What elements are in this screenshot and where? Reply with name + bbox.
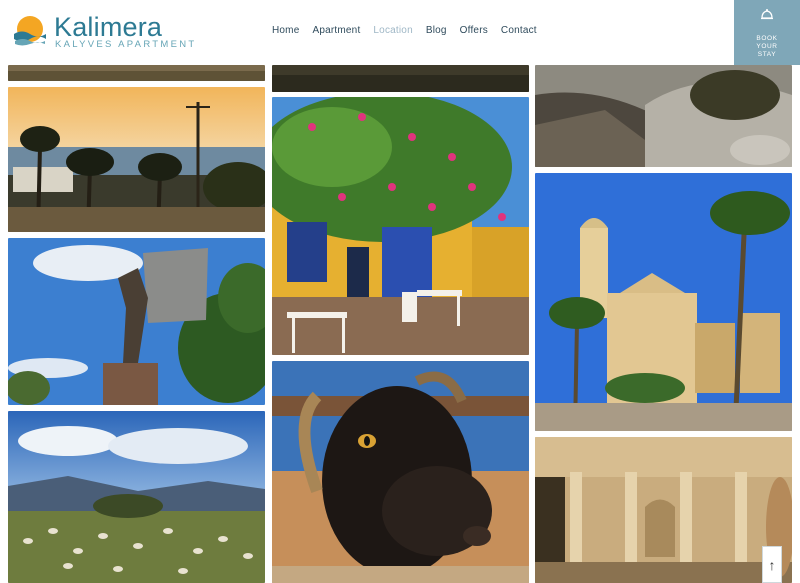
- photo-sheep-field[interactable]: [8, 411, 265, 583]
- nav-offers[interactable]: Offers: [460, 24, 488, 38]
- nav-apartment[interactable]: Apartment: [312, 24, 360, 38]
- book-line-1: BOOK: [756, 35, 778, 42]
- location-page: Kalimera KALYVES APARTMENT Home Apartmen…: [0, 0, 800, 583]
- nav-home[interactable]: Home: [272, 24, 299, 38]
- photo-rocky-hillside[interactable]: [535, 65, 792, 167]
- photo-church-square[interactable]: [535, 173, 792, 431]
- main-nav: Home Apartment Location Blog Offers Cont…: [272, 24, 550, 38]
- logo[interactable]: Kalimera KALYVES APARTMENT: [12, 10, 194, 54]
- photo-strip-top-left[interactable]: [8, 65, 265, 81]
- photo-windmill-sculpture[interactable]: [8, 238, 265, 405]
- site-header: Kalimera KALYVES APARTMENT Home Apartmen…: [0, 0, 800, 65]
- book-line-2: YOUR: [756, 43, 778, 50]
- bell-icon: [761, 9, 773, 20]
- sun-logo-icon: [14, 16, 46, 46]
- book-line-3: STAY: [757, 51, 777, 58]
- photo-bougainvillea-taverna[interactable]: [272, 97, 529, 355]
- photo-goat-portrait[interactable]: [272, 361, 529, 583]
- photo-venetian-fountain[interactable]: [535, 437, 792, 583]
- nav-contact[interactable]: Contact: [501, 24, 537, 38]
- photo-sunset-village[interactable]: [8, 87, 265, 232]
- back-to-top-button[interactable]: ↑: [762, 546, 782, 583]
- brand-name: Kalimera: [54, 12, 163, 42]
- photo-strip-top-middle[interactable]: [272, 65, 529, 92]
- brand-tagline: KALYVES APARTMENT: [55, 39, 197, 50]
- nav-location[interactable]: Location: [373, 24, 412, 38]
- nav-blog[interactable]: Blog: [426, 24, 447, 38]
- book-your-stay-button[interactable]: BOOK YOUR STAY: [734, 0, 800, 65]
- arrow-up-icon: ↑: [768, 556, 776, 573]
